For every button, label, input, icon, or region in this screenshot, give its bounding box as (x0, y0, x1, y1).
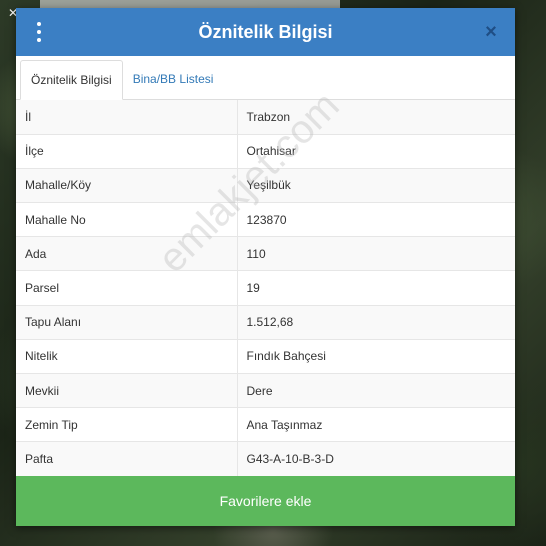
attribute-key: İl (16, 100, 238, 135)
attribute-value: Dere (237, 373, 515, 409)
attribute-value: Ortahisar (237, 134, 515, 169)
table-row: Zemin Tip Ana Taşınmaz (16, 407, 515, 443)
table-row: Parsel 19 (16, 270, 515, 306)
table-row: İl Trabzon (16, 100, 515, 135)
attribute-key: Parsel (16, 270, 238, 306)
attribute-value: Yeşilbük (237, 168, 515, 204)
table-row: Nitelik Fındık Bahçesi (16, 339, 515, 375)
attribute-value: Trabzon (237, 100, 515, 135)
table-row: Tapu Alanı 1.512,68 (16, 305, 515, 340)
attribute-key: Mahalle No (16, 202, 238, 238)
table-row: Mahalle/Köy Yeşilbük (16, 168, 515, 204)
attribute-key: İlçe (16, 134, 238, 169)
attribute-value: Ana Taşınmaz (237, 407, 515, 443)
attribute-table: İl Trabzon İlçe Ortahisar Mahalle/Köy Yeşil… (16, 100, 515, 477)
table-row: Pafta G43-A-10-B-3-D (16, 441, 515, 477)
attribute-value: 19 (237, 270, 515, 306)
table-row: Ada 110 (16, 236, 515, 272)
add-to-favorites-button[interactable]: Favorilere ekle (16, 476, 515, 526)
attribute-key: Mahalle/Köy (16, 168, 238, 204)
attribute-value: Fındık Bahçesi (237, 339, 515, 375)
dialog-header: Öznitelik Bilgisi × (16, 8, 515, 56)
table-row: Mevkii Dere (16, 373, 515, 409)
attribute-key: Ada (16, 236, 238, 272)
tab-building-list[interactable]: Bina/BB Listesi (123, 59, 224, 99)
close-icon[interactable]: × (481, 22, 501, 42)
attribute-key: Zemin Tip (16, 407, 238, 443)
attribute-key: Pafta (16, 441, 238, 477)
table-row: Mahalle No 123870 (16, 202, 515, 238)
attribute-value: 123870 (237, 202, 515, 238)
tab-attribute-info[interactable]: Öznitelik Bilgisi (20, 60, 123, 100)
dialog-title: Öznitelik Bilgisi (198, 21, 333, 42)
attribute-key: Nitelik (16, 339, 238, 375)
attribute-value: 1.512,68 (237, 305, 515, 340)
attribute-info-dialog: Öznitelik Bilgisi × Öznitelik Bilgisi Bi… (16, 8, 515, 526)
map-top-bar (40, 0, 340, 8)
attribute-key: Tapu Alanı (16, 305, 238, 340)
tab-bar: Öznitelik Bilgisi Bina/BB Listesi (16, 56, 515, 100)
attribute-value: G43-A-10-B-3-D (237, 441, 515, 477)
attribute-key: Mevkii (16, 373, 238, 409)
table-row: İlçe Ortahisar (16, 134, 515, 169)
kebab-menu-icon[interactable] (34, 22, 44, 42)
attribute-value: 110 (237, 236, 515, 272)
